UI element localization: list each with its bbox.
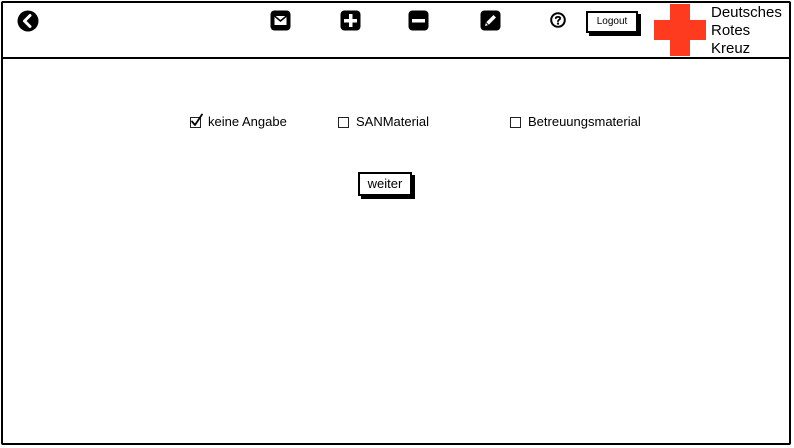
header-divider <box>3 57 789 59</box>
logo-line-2: Rotes <box>711 22 751 39</box>
checkbox-betreuungsmaterial[interactable]: Betreuungsmaterial <box>510 114 641 130</box>
logo-line-1: Deutsches <box>711 4 782 21</box>
logout-button[interactable]: Logout <box>586 11 638 33</box>
checkbox-box[interactable] <box>510 116 521 128</box>
checkbox-sanmaterial[interactable]: SANMaterial <box>338 114 429 130</box>
minus-icon[interactable] <box>408 10 429 31</box>
pencil-icon[interactable] <box>480 10 501 31</box>
back-icon[interactable] <box>17 10 39 32</box>
continue-button[interactable]: weiter <box>358 172 412 196</box>
checkbox-label: Betreuungsmaterial <box>528 114 641 129</box>
checkbox-label: SANMaterial <box>356 114 429 129</box>
mail-icon[interactable] <box>270 10 291 31</box>
checkbox-box[interactable] <box>190 113 203 128</box>
plus-icon[interactable] <box>340 10 361 31</box>
checkbox-box[interactable] <box>338 116 349 128</box>
logo-line-3: Kreuz <box>711 40 751 57</box>
logo-text: Deutsches Rotes Kreuz <box>711 4 782 58</box>
help-icon[interactable] <box>550 12 566 28</box>
checkmark-icon <box>191 113 203 126</box>
red-cross-logo <box>654 4 706 56</box>
window-frame <box>1 1 791 445</box>
checkbox-label: keine Angabe <box>208 114 287 129</box>
checkbox-keine-angabe[interactable]: keine Angabe <box>190 113 287 130</box>
